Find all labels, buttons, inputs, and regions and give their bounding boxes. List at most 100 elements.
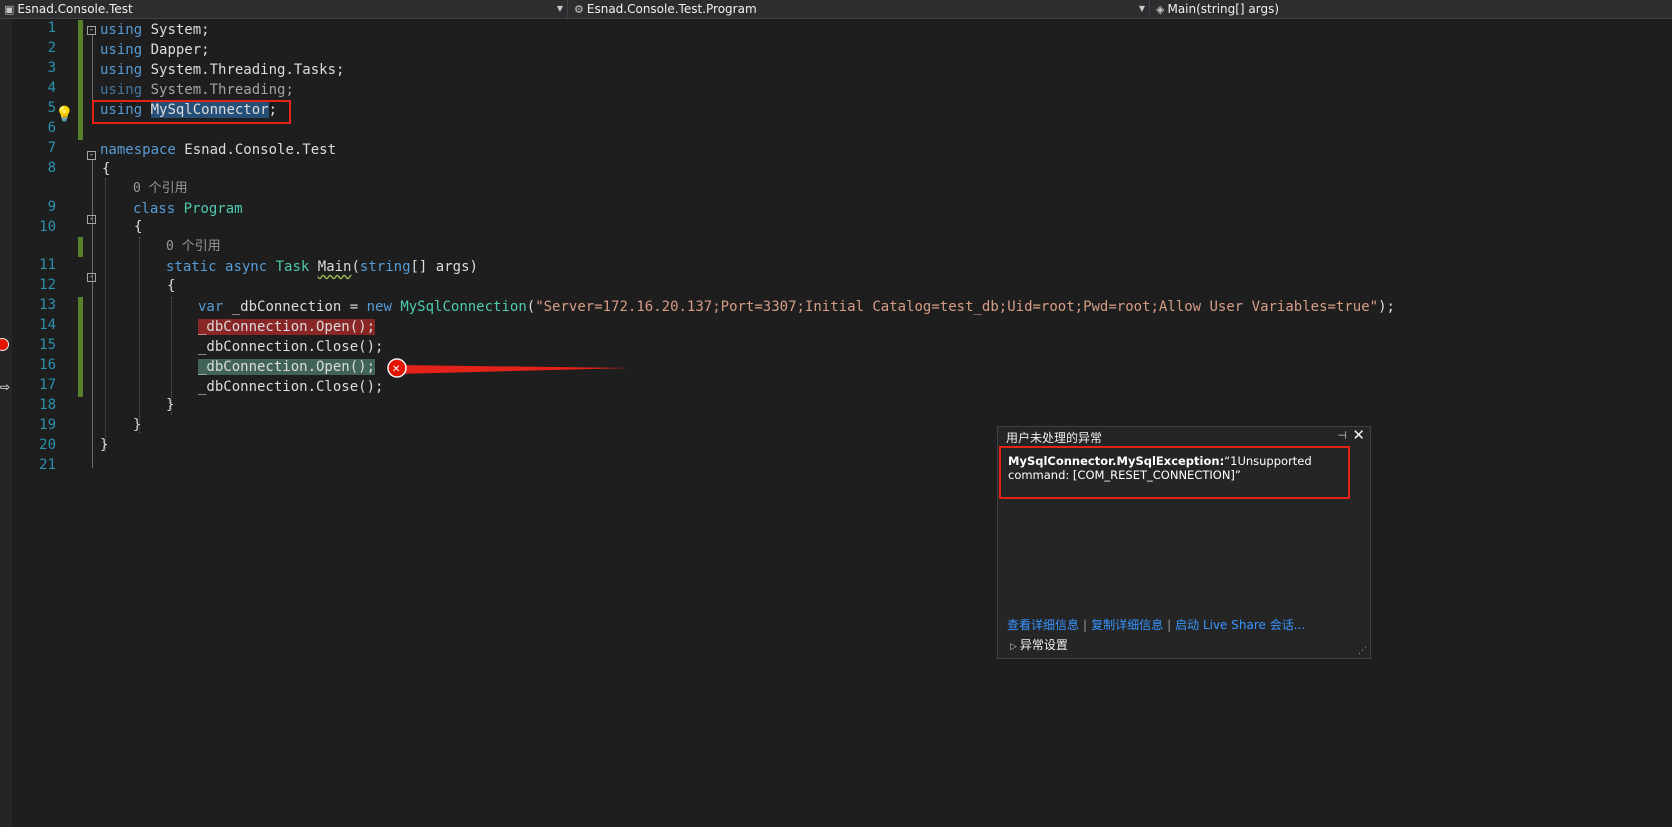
exception-helper-popup: 用户未处理的异常 ⊣ ✕ MySqlConnector.MySqlExcepti… [997,426,1371,659]
line-number: 4 [47,80,56,96]
change-bar [78,20,83,140]
arrow-shaft [397,365,630,374]
reference-codelens[interactable]: 0 个引用 [133,180,188,198]
code-line-7[interactable]: namespace Esnad.Console.Test [100,141,336,159]
code-line-17[interactable]: _dbConnection.Close(); [198,378,383,396]
brace: } [100,437,109,453]
code-line-16[interactable]: _dbConnection.Open(); [198,358,376,376]
punctuation: ); [1378,299,1395,315]
line-number: 8 [47,160,56,176]
code-line-13[interactable]: var _dbConnection = new MySqlConnection(… [198,298,1395,316]
collapse-icon[interactable]: - [87,273,96,282]
breakpoint-statement: _dbConnection.Open(); [198,319,376,335]
code-line-15[interactable]: _dbConnection.Close(); [198,338,383,356]
code-line-12[interactable]: { [167,277,175,295]
variable-name: _dbConnection = [223,299,367,315]
line-number: 2 [47,40,56,56]
namespace-ref: System.Threading [150,82,286,98]
exception-settings-label: 异常设置 [1019,638,1068,652]
type-label: Esnad.Console.Test.Program [586,2,757,16]
code-line-8[interactable]: { [102,160,110,178]
namespace-ref: System.Threading.Tasks [150,62,337,78]
member-dropdown[interactable]: ◈ Main(string[] args) [1152,0,1672,18]
namespace-ref: System [150,22,202,38]
keyword: class [133,201,176,217]
punctuation: ; [336,62,345,78]
collapse-icon[interactable]: - [87,215,96,224]
punctuation: ( [526,299,536,315]
keyword: var [198,299,224,315]
project-dropdown[interactable]: ▣ Esnad.Console.Test ▼ [0,0,568,18]
copy-details-link[interactable]: 复制详细信息 [1091,618,1163,632]
lightbulb-icon[interactable]: 💡 [55,105,74,123]
brace: } [166,397,175,413]
namespace-ref: Dapper [150,42,202,58]
keyword: using [100,82,143,98]
indent-guide [105,178,106,452]
class-icon: ⚙ [574,3,584,16]
namespace-name: Esnad.Console.Test [184,142,337,158]
line-number: 14 [39,317,56,333]
exception-settings-toggle[interactable]: ▷ 异常设置 [1010,636,1068,653]
code-line-9[interactable]: class Program [133,200,243,218]
exception-title: 用户未处理的异常 [1006,431,1103,445]
method-name: Main [317,259,352,275]
code-line-11[interactable]: static async Task Main(string[] args) [166,258,478,276]
live-share-link[interactable]: 启动 Live Share 会话... [1175,618,1305,632]
exception-icon-glyph: ✕ [392,364,400,375]
annotation-box [999,446,1350,499]
type-name: MySqlConnection [400,299,527,315]
code-line-19[interactable]: } [133,416,141,434]
punctuation: ; [285,82,294,98]
reference-count[interactable]: 0 个引用 [166,239,221,254]
code-line-14[interactable]: _dbConnection.Open(); [198,318,376,336]
close-icon[interactable]: ✕ [1352,426,1365,444]
execution-arrow-icon[interactable]: ⇨ [0,380,10,394]
resize-grip-icon[interactable]: ⋰ [1358,646,1367,656]
collapse-icon[interactable]: - [87,151,96,160]
keyword: using [100,22,143,38]
line-number: 3 [47,60,56,76]
code-line-3[interactable]: using System.Threading.Tasks; [100,61,344,79]
reference-count[interactable]: 0 个引用 [133,181,188,196]
line-number: 5 [47,100,56,116]
code-line-2[interactable]: using Dapper; [100,41,210,59]
code-line-1[interactable]: using System; [100,21,210,39]
exception-pointer-arrow: ✕ [387,358,630,378]
chevron-down-icon[interactable]: ▼ [557,0,563,18]
reference-codelens[interactable]: 0 个引用 [166,238,221,256]
change-bar [78,297,83,397]
keyword: using [100,42,143,58]
punctuation: ( [351,259,360,275]
parameters: [] args) [410,259,478,275]
member-label: Main(string[] args) [1167,2,1280,16]
project-label: Esnad.Console.Test [17,2,133,16]
line-number: 13 [39,297,56,313]
code-line-10[interactable]: { [134,218,142,236]
indicator-margin[interactable] [0,19,12,827]
view-details-link[interactable]: 查看详细信息 [1007,618,1079,632]
line-number: 9 [47,199,56,215]
link-separator: | [1083,618,1088,632]
type-dropdown[interactable]: ⚙ Esnad.Console.Test.Program ▼ [570,0,1150,18]
code-line-4[interactable]: using System.Threading; [100,81,294,99]
link-separator: | [1167,618,1172,632]
brace: { [167,278,176,294]
navigation-bar: ▣ Esnad.Console.Test ▼ ⚙ Esnad.Console.Tes… [0,0,1672,19]
line-number: 11 [39,257,56,273]
brace: } [133,417,142,433]
expand-triangle-icon[interactable]: ▷ [1010,642,1017,652]
class-name: Program [183,201,243,217]
code-line-20[interactable]: } [100,436,108,454]
keyword: static [166,259,217,275]
collapse-icon[interactable]: - [87,26,96,35]
pin-icon[interactable]: ⊣ [1337,429,1347,442]
current-statement: _dbConnection.Open(); [198,359,376,375]
code-line-18[interactable]: } [166,396,174,414]
change-bar [78,237,83,257]
line-number: 6 [47,120,56,136]
exception-actions: 查看详细信息 | 复制详细信息 | 启动 Live Share 会话... [1007,616,1305,633]
line-number: 12 [39,277,56,293]
statement: _dbConnection.Close(); [198,379,384,395]
chevron-down-icon[interactable]: ▼ [1139,0,1145,18]
